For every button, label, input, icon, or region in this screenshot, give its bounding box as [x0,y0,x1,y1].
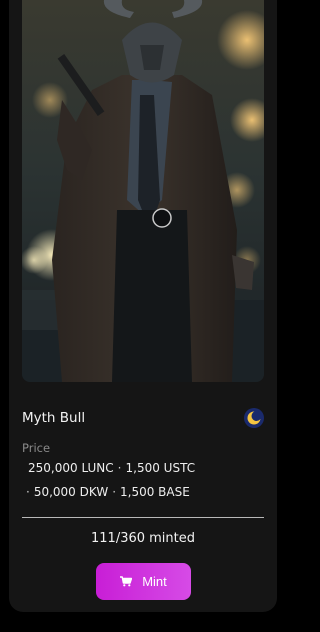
price-separator: · [117,461,122,475]
price-line-1: 250,000 LUNC · 1,500 USTC [28,461,195,475]
price-separator: · [112,485,117,499]
price-item: 1,500 USTC [125,461,196,475]
price-item: 50,000 DKW [33,485,109,499]
price-label: Price [22,441,51,455]
mint-button[interactable]: Mint [96,563,191,600]
price-separator: · [26,485,30,499]
cart-icon [120,576,133,587]
price-item: 250,000 LUNC [28,461,114,475]
minted-count: 111/360 minted [91,531,195,546]
price-line-2: · 50,000 DKW · 1,500 BASE [22,485,190,499]
nft-card: Myth Bull Price 250,000 LUNC · 1,500 USTC … [9,0,277,612]
nft-title: Myth Bull [22,410,86,426]
price-item: 1,500 BASE [120,485,190,499]
terra-luna-icon [244,408,264,428]
divider [22,517,264,518]
nft-artwork-image [22,0,264,382]
mint-button-label: Mint [142,574,167,589]
